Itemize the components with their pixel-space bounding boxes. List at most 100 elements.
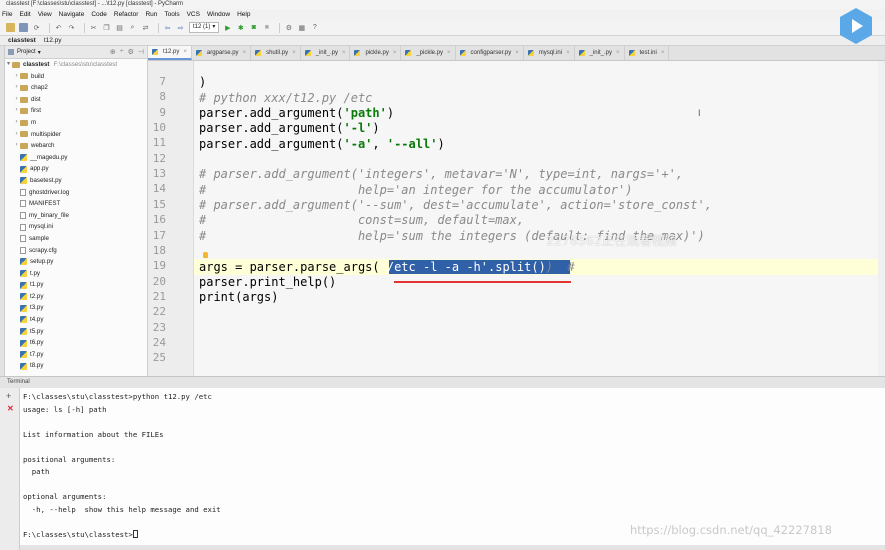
- chevron-right-icon[interactable]: ›: [13, 105, 20, 117]
- close-icon[interactable]: ×: [447, 50, 451, 56]
- search-icon[interactable]: ⌕: [128, 23, 137, 32]
- menu-item-code[interactable]: Code: [91, 11, 107, 18]
- chevron-down-icon[interactable]: ▾: [5, 59, 12, 71]
- collapse-icon[interactable]: ÷: [120, 48, 124, 56]
- debug-icon[interactable]: ✱: [236, 23, 245, 32]
- close-icon[interactable]: ×: [616, 50, 620, 56]
- chevron-right-icon[interactable]: ›: [13, 129, 20, 141]
- tree-folder[interactable]: › multispider: [5, 129, 147, 141]
- add-icon[interactable]: +: [6, 391, 11, 401]
- tree-file[interactable]: t6.py: [5, 337, 147, 349]
- tree-root-folder[interactable]: ▾ classtest F:\classes\stu\classtest: [5, 59, 147, 71]
- editor-tab[interactable]: _init_.py ×: [575, 46, 625, 60]
- settings-icon[interactable]: ⚙: [284, 23, 293, 32]
- tree-file[interactable]: scrapy.cfg: [5, 245, 147, 257]
- tree-file[interactable]: t7.py: [5, 349, 147, 361]
- tree-file[interactable]: t4.py: [5, 314, 147, 326]
- close-icon[interactable]: ×: [661, 50, 665, 56]
- replace-icon[interactable]: ⇄: [141, 23, 150, 32]
- gear-icon[interactable]: ⚙: [128, 48, 134, 56]
- tree-file[interactable]: t3.py: [5, 302, 147, 314]
- close-icon[interactable]: ×: [243, 50, 247, 56]
- editor-tab[interactable]: shutil.py ×: [251, 46, 301, 60]
- tree-file[interactable]: __magedu.py: [5, 152, 147, 164]
- editor-scrollbar[interactable]: [878, 61, 885, 376]
- menu-item-view[interactable]: View: [38, 11, 52, 18]
- hide-icon[interactable]: ⊣: [138, 48, 144, 56]
- chevron-down-icon[interactable]: ▾: [38, 49, 41, 56]
- tree-file[interactable]: t8.py: [5, 360, 147, 372]
- menu-item-edit[interactable]: Edit: [19, 11, 30, 18]
- tree-folder[interactable]: › dist: [5, 94, 147, 106]
- tree-file[interactable]: mysql.ini: [5, 221, 147, 233]
- tree-file[interactable]: app.py: [5, 163, 147, 175]
- forward-icon[interactable]: ⇨: [176, 23, 185, 32]
- stop-icon[interactable]: ■: [262, 23, 271, 32]
- editor-tab[interactable]: argparse.py ×: [192, 46, 252, 60]
- menu-item-help[interactable]: Help: [237, 11, 250, 18]
- close-icon[interactable]: ×: [566, 50, 570, 56]
- paste-icon[interactable]: ▤: [115, 23, 124, 32]
- editor-tab[interactable]: _init_.py ×: [301, 46, 351, 60]
- tree-file[interactable]: t1.py: [5, 279, 147, 291]
- tree-folder[interactable]: › chap2: [5, 82, 147, 94]
- chevron-right-icon[interactable]: ›: [13, 140, 20, 152]
- back-icon[interactable]: ⇦: [163, 23, 172, 32]
- close-icon[interactable]: ×: [183, 49, 187, 55]
- lightbulb-icon[interactable]: [203, 252, 208, 258]
- editor-tab[interactable]: pickle.py ×: [350, 46, 402, 60]
- open-folder-icon[interactable]: [6, 23, 15, 32]
- tree-file[interactable]: MANIFEST: [5, 198, 147, 210]
- close-icon[interactable]: ✕: [7, 404, 14, 413]
- target-icon[interactable]: ⊕: [110, 48, 116, 56]
- close-icon[interactable]: ×: [515, 50, 519, 56]
- menu-item-vcs[interactable]: VCS: [187, 11, 200, 18]
- help-icon[interactable]: ?: [310, 23, 319, 32]
- menu-item-run[interactable]: Run: [145, 11, 157, 18]
- close-icon[interactable]: ×: [393, 50, 397, 56]
- tree-file[interactable]: basetest.py: [5, 175, 147, 187]
- editor-tab[interactable]: t12.py ×: [148, 46, 192, 60]
- breadcrumb-file[interactable]: t12.py: [44, 37, 62, 44]
- menu-item-window[interactable]: Window: [207, 11, 230, 18]
- undo-icon[interactable]: ↶: [54, 23, 63, 32]
- menu-item-file[interactable]: File: [2, 11, 12, 18]
- tree-folder[interactable]: › webarch: [5, 140, 147, 152]
- menu-item-refactor[interactable]: Refactor: [114, 11, 139, 18]
- structure-icon[interactable]: ▦: [297, 23, 306, 32]
- save-icon[interactable]: [19, 23, 28, 32]
- terminal-prompt-line[interactable]: F:\classes\stu\classtest>: [23, 530, 138, 539]
- chevron-right-icon[interactable]: ›: [13, 71, 20, 83]
- editor-tab[interactable]: mysql.ini ×: [524, 46, 575, 60]
- tree-file[interactable]: t5.py: [5, 326, 147, 338]
- tree-file[interactable]: t.py: [5, 268, 147, 280]
- coverage-icon[interactable]: ◙: [249, 23, 258, 32]
- run-config-select[interactable]: t12 (1) ▾: [189, 22, 220, 33]
- tree-file[interactable]: ghostdriver.log: [5, 187, 147, 199]
- chevron-right-icon[interactable]: ›: [13, 117, 20, 129]
- close-icon[interactable]: ×: [342, 50, 346, 56]
- tree-folder[interactable]: › first: [5, 105, 147, 117]
- tree-file[interactable]: t2.py: [5, 291, 147, 303]
- editor-tab[interactable]: _pickle.py ×: [401, 46, 456, 60]
- run-icon[interactable]: ▶: [223, 23, 232, 32]
- tree-folder[interactable]: › build: [5, 71, 147, 83]
- cut-icon[interactable]: ✂: [89, 23, 98, 32]
- sync-icon[interactable]: ⟳: [32, 23, 41, 32]
- tree-folder[interactable]: › m: [5, 117, 147, 129]
- close-icon[interactable]: ×: [292, 50, 296, 56]
- editor-tab[interactable]: configparser.py ×: [456, 46, 524, 60]
- menu-item-tools[interactable]: Tools: [164, 11, 179, 18]
- menu-item-navigate[interactable]: Navigate: [59, 11, 85, 18]
- redo-icon[interactable]: ↷: [67, 23, 76, 32]
- project-header-title[interactable]: Project: [17, 49, 36, 55]
- tree-file[interactable]: setup.py: [5, 256, 147, 268]
- tree-file[interactable]: sample: [5, 233, 147, 245]
- chevron-right-icon[interactable]: ›: [13, 82, 20, 94]
- editor-tab[interactable]: test.ini ×: [625, 46, 670, 60]
- terminal-header[interactable]: Terminal: [0, 376, 885, 388]
- tree-file[interactable]: my_binary_file: [5, 210, 147, 222]
- chevron-right-icon[interactable]: ›: [13, 94, 20, 106]
- breadcrumb-root[interactable]: classtest: [8, 37, 36, 44]
- copy-icon[interactable]: ❐: [102, 23, 111, 32]
